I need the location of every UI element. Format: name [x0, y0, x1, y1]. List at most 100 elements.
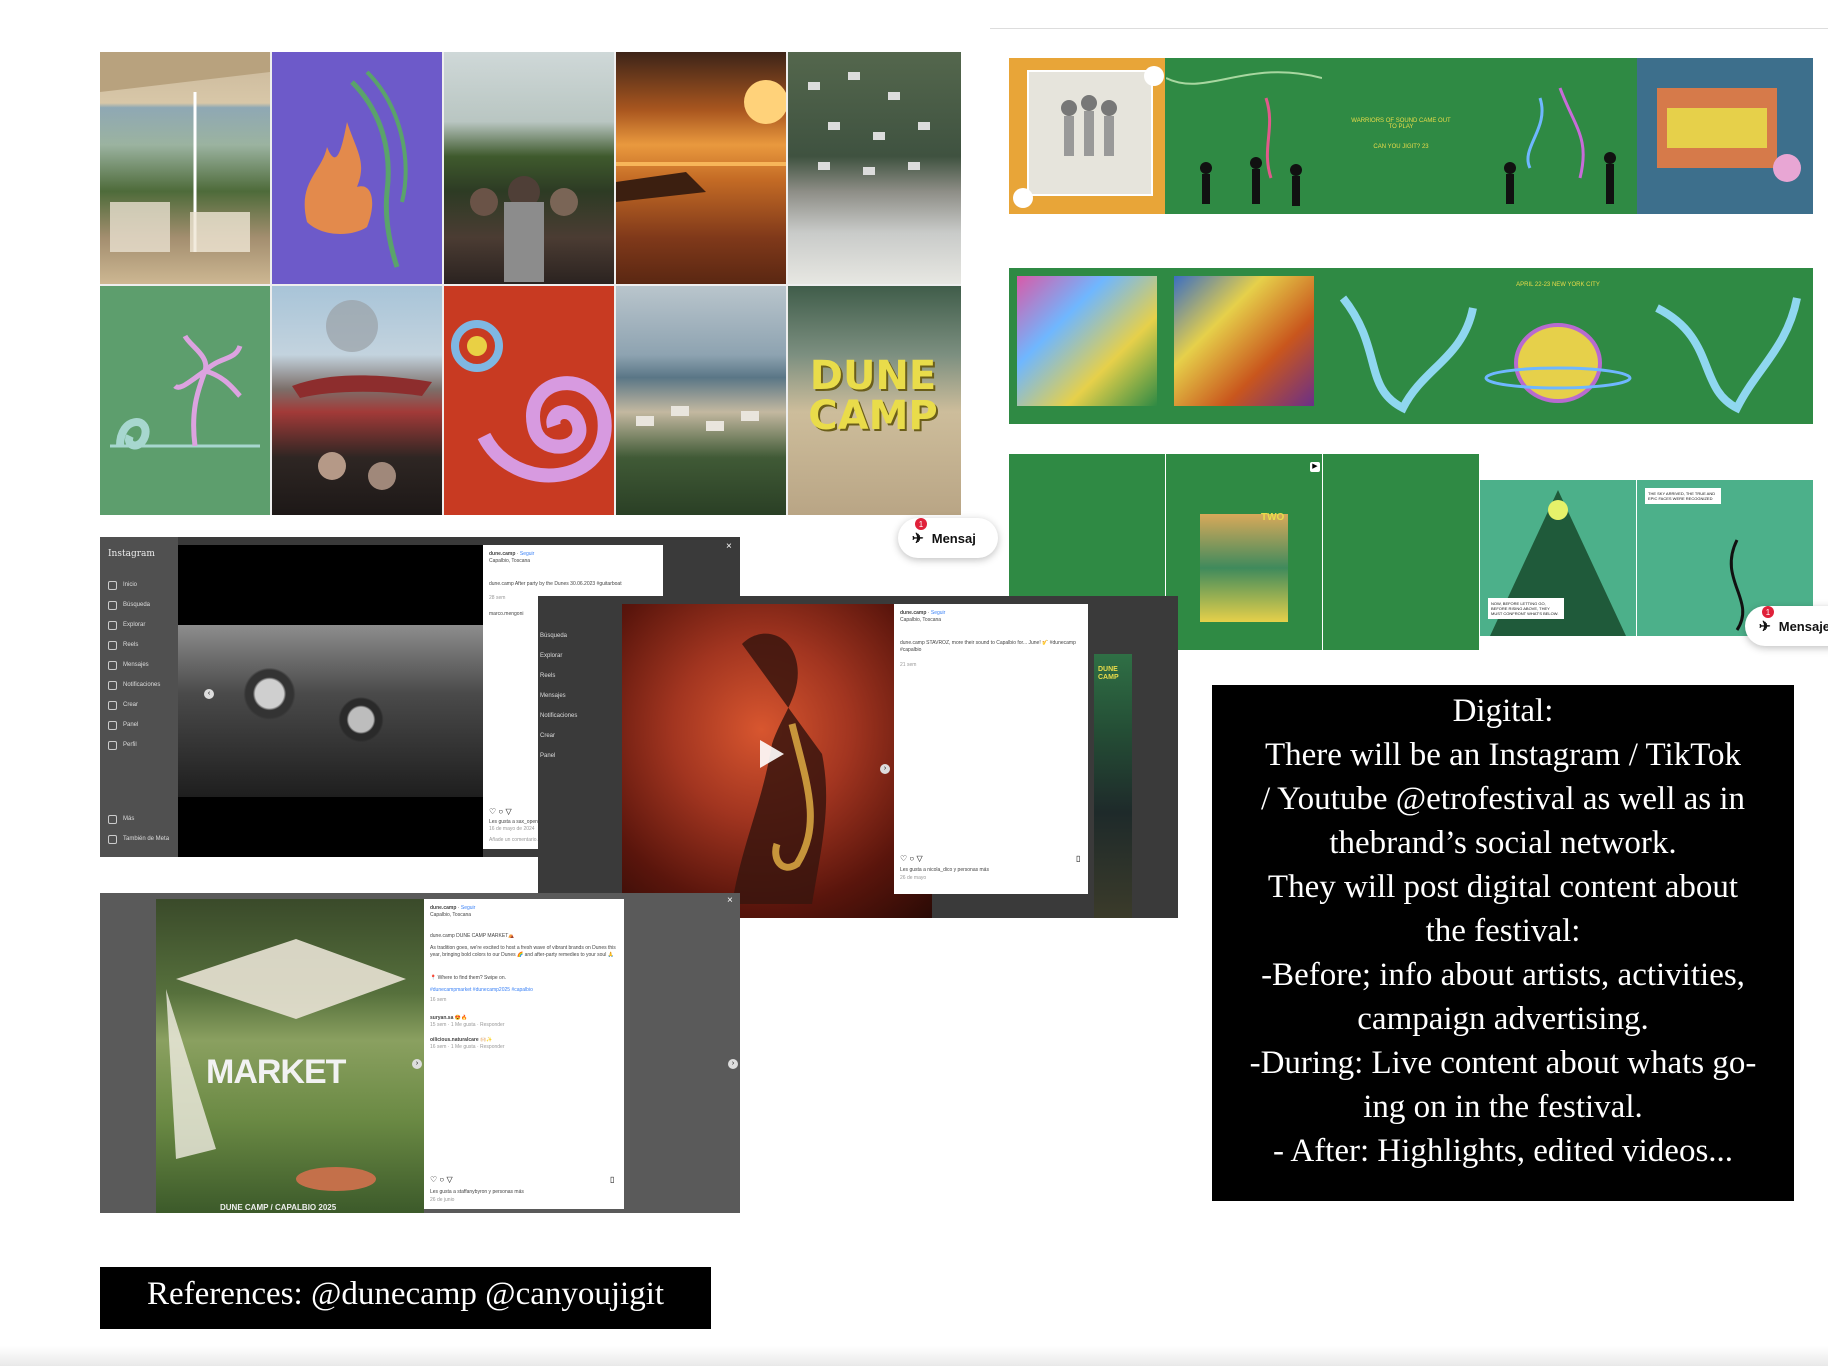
action-icons: ♡ ○ ▽ — [430, 1175, 453, 1184]
jigit-tile-blue-shape-2[interactable] — [1637, 268, 1813, 424]
jigit-tile-dancers-2[interactable] — [1480, 58, 1636, 214]
comment-icon[interactable]: ○ — [439, 1175, 444, 1184]
nav-dashboard[interactable]: Panel — [108, 715, 160, 735]
messages-pill-dune[interactable]: ✈ Mensaj — [898, 518, 998, 558]
ig-post-image-market[interactable]: MARKET DUNE CAMP / CAPALBIO 2025 — [156, 899, 424, 1213]
ig-post-image-crowd[interactable] — [178, 545, 483, 857]
play-icon[interactable]: ▶ — [1310, 462, 1320, 472]
ig-post-image-sax[interactable] — [622, 604, 932, 918]
post-caption: dune.camp STAVROZ, more their sound to C… — [900, 640, 1076, 653]
instagram-post-screenshot-3: MARKET DUNE CAMP / CAPALBIO 2025 › dune.… — [100, 893, 740, 1213]
avatar-icon — [108, 740, 117, 750]
comment-icon[interactable]: ○ — [498, 807, 503, 816]
grid-photo-aerial-camp[interactable] — [788, 52, 961, 284]
grid-photo-smoke-boat[interactable] — [272, 286, 442, 515]
nav-search[interactable]: Búsqueda — [108, 595, 160, 615]
jigit-tile-green-blank-2[interactable] — [1323, 454, 1479, 650]
heart-icon[interactable]: ♡ — [430, 1175, 437, 1184]
plus-icon — [108, 700, 117, 710]
home-icon — [108, 580, 117, 590]
ig-side-thumbnails: DUNE CAMP — [1094, 654, 1132, 918]
divider-line — [990, 28, 1828, 29]
ig-nav: Inicio Búsqueda Explorar Reels Mensajes … — [108, 575, 160, 755]
instagram-post-screenshot-2: Búsqueda Explorar Reels Mensajes Notific… — [538, 596, 1178, 918]
nav-explore[interactable]: Explorar — [108, 615, 160, 635]
messages-pill-jigit[interactable]: ✈ Mensajes — [1745, 606, 1828, 646]
jigit-tile-festival-poster-2[interactable] — [1166, 268, 1322, 424]
references-text: References: @dunecamp @canyoujigit — [146, 1276, 665, 1312]
nav-more[interactable]: Más — [108, 809, 169, 829]
search-icon — [108, 600, 117, 610]
nav-reels[interactable]: Reels — [108, 635, 160, 655]
grid-photo-beach-tents[interactable] — [616, 286, 786, 515]
prev-arrow-icon[interactable]: ‹ — [204, 689, 214, 699]
send-icon: ✈ — [912, 529, 924, 546]
post-header: dune.camp · Seguir Capalbio, Toscana — [489, 551, 535, 564]
instagram-logo: Instagram — [108, 549, 155, 559]
grid-photo-crowd-coast[interactable] — [444, 52, 614, 284]
jigit-grid: WARRIORS OF SOUND CAME OUT TO PLAY CAN Y… — [990, 28, 1828, 650]
meta-icon — [108, 834, 117, 844]
jigit-tile-two-poster[interactable]: TWO ▶ — [1166, 454, 1322, 650]
post-header: dune.camp · Seguir Capalbio, Toscana — [430, 905, 476, 918]
heart-icon — [108, 680, 117, 690]
jigit-tile-vintage-photo[interactable] — [1009, 58, 1165, 214]
jigit-tile-dancers-1[interactable] — [1166, 58, 1322, 214]
ig-post-2-side-panel: dune.camp · Seguir Capalbio, Toscana dune… — [894, 604, 1088, 894]
nav-home[interactable]: Inicio — [108, 575, 160, 595]
page-bottom-edge — [0, 1346, 1828, 1366]
ig-sidebar: Instagram Inicio Búsqueda Explorar Reels… — [100, 537, 178, 857]
nav-messages[interactable]: Mensajes — [108, 655, 160, 675]
jigit-tile-blue-shape-1[interactable] — [1323, 268, 1479, 424]
follow-button[interactable]: Seguir — [520, 551, 534, 557]
dune-camp-grid: DUNE CAMP ✈ Mensaj 1 — [100, 52, 998, 558]
jigit-tile-pyramid[interactable]: NOW, BEFORE LETTING GO, BEFORE RISING AB… — [1480, 480, 1636, 636]
dune-camp-logo-text: DUNE CAMP — [808, 353, 938, 439]
jigit-tile-festival-poster-1[interactable] — [1009, 268, 1165, 424]
share-icon[interactable]: ▽ — [446, 1175, 452, 1184]
chart-icon — [108, 720, 117, 730]
notification-badge: 1 — [1762, 606, 1774, 618]
grid-art-flame-purple[interactable] — [272, 52, 442, 284]
digital-description-box: Digital: There will be an Instagram / Ti… — [1212, 685, 1794, 1201]
jigit-tile-text-warriors[interactable]: WARRIORS OF SOUND CAME OUT TO PLAY CAN Y… — [1323, 58, 1479, 214]
jigit-tile-planet[interactable]: APRIL 22-23 NEW YORK CITY — [1480, 268, 1636, 424]
comment-user: marco.mengoni — [489, 611, 524, 617]
grid-art-dune-camp-logo[interactable]: DUNE CAMP — [788, 286, 961, 515]
close-icon[interactable]: × — [726, 541, 732, 552]
share-icon[interactable]: ▽ — [505, 807, 511, 816]
post-header: dune.camp · Seguir Capalbio, Toscana — [900, 610, 946, 623]
play-icon[interactable] — [760, 740, 784, 768]
nav-profile[interactable]: Perfil — [108, 735, 160, 755]
add-comment-input[interactable]: Añade un comentario... — [489, 837, 541, 844]
bookmark-icon[interactable]: ▯ — [1076, 854, 1080, 863]
grid-photo-tent-terrace[interactable] — [100, 52, 270, 284]
next-arrow-icon[interactable]: › — [412, 1059, 422, 1069]
ig-nav-partial: Búsqueda Explorar Reels Mensajes Notific… — [540, 633, 578, 759]
grid-photo-sunset-lagoon[interactable] — [616, 52, 786, 284]
compass-icon — [108, 620, 117, 630]
nav-meta[interactable]: También de Meta — [108, 829, 169, 849]
comment-2: oilicious.naturalcare 🙌🏻✨ 16 sem · 1 Me g… — [430, 1037, 505, 1050]
nav-create[interactable]: Crear — [108, 695, 160, 715]
next-arrow-icon[interactable]: › — [880, 764, 890, 774]
action-icons: ♡ ○ ▽ — [489, 807, 512, 816]
nav-notifications[interactable]: Notificaciones — [108, 675, 160, 695]
grid-art-wave-green[interactable] — [100, 286, 270, 515]
heart-icon[interactable]: ♡ — [489, 807, 496, 816]
follow-button[interactable]: Seguir — [931, 610, 945, 616]
close-icon[interactable]: × — [727, 895, 733, 906]
jigit-tile-poster-stage[interactable] — [1637, 58, 1813, 214]
bookmark-icon[interactable]: ▯ — [610, 1175, 614, 1184]
menu-icon — [108, 814, 117, 824]
next-arrow-icon[interactable]: › — [728, 1059, 738, 1069]
post-caption: dune.camp After party by the Dunes 30.06… — [489, 581, 622, 587]
action-icons: ♡ ○ ▽ — [900, 854, 923, 863]
comment-icon[interactable]: ○ — [909, 854, 914, 863]
ig-post-3-side-panel: dune.camp · Seguir Capalbio, Toscana dune… — [424, 899, 624, 1209]
share-icon[interactable]: ▽ — [916, 854, 922, 863]
follow-button[interactable]: Seguir — [461, 905, 475, 911]
grid-art-shell-red[interactable] — [444, 286, 614, 515]
hashtags-link[interactable]: #dunecampmarket #dunecamp2025 #capalbio — [430, 987, 616, 994]
heart-icon[interactable]: ♡ — [900, 854, 907, 863]
